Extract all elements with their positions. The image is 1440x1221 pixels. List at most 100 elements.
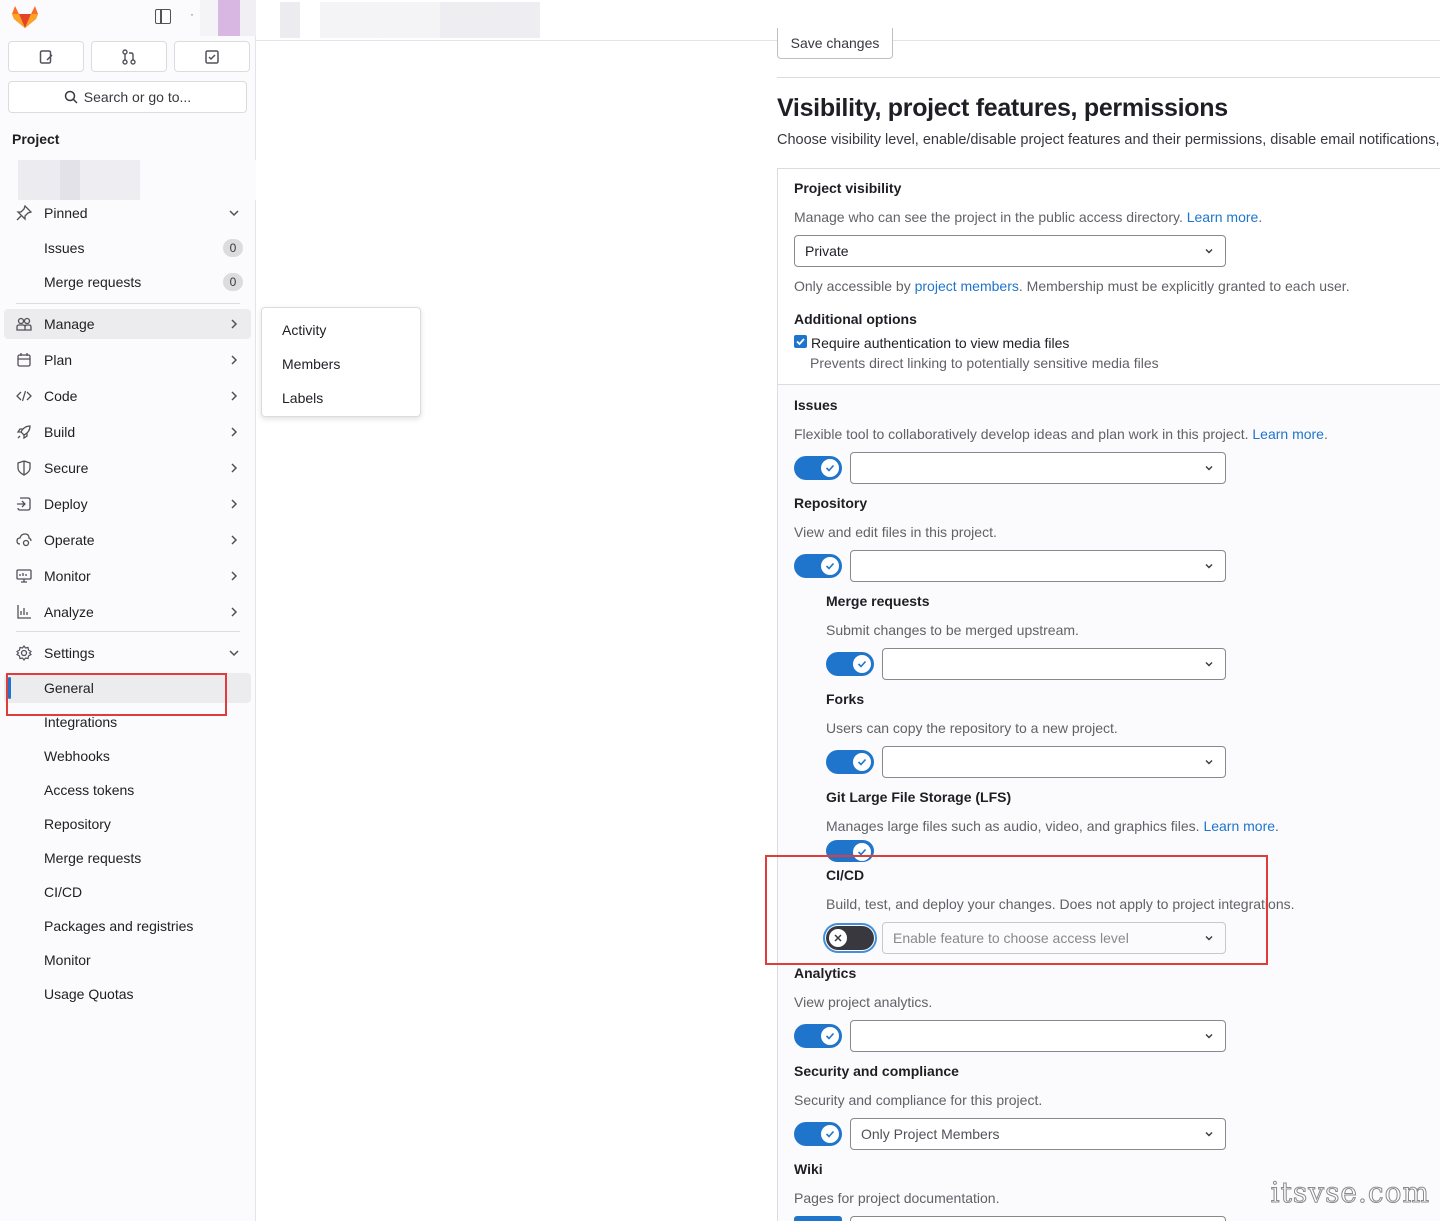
sidebar-item-label: Secure: [44, 460, 89, 476]
require-auth-label[interactable]: Require authentication to view media fil…: [811, 335, 1069, 351]
forks-toggle[interactable]: [826, 750, 874, 774]
security-toggle[interactable]: [794, 1122, 842, 1146]
pinned-item-merge-requests[interactable]: Merge requests 0: [4, 267, 251, 297]
settings-item-monitor[interactable]: Monitor: [4, 945, 251, 975]
chevron-down-icon: [229, 210, 239, 217]
project-name[interactable]: [0, 160, 256, 200]
wiki-access-select[interactable]: [850, 1216, 1226, 1221]
issues-toggle[interactable]: [794, 456, 842, 480]
sidebar-item-analyze[interactable]: Analyze: [4, 597, 251, 627]
repository-access-select[interactable]: [850, 550, 1226, 582]
settings-item-merge-requests[interactable]: Merge requests: [4, 843, 251, 873]
analytics-feature-help: View project analytics.: [794, 994, 933, 1010]
merge-requests-shortcut-button[interactable]: [91, 41, 167, 72]
toggle-knob: [821, 459, 839, 477]
flyout-item-labels[interactable]: Labels: [282, 390, 323, 406]
count-badge: 0: [223, 273, 243, 291]
require-auth-checkbox[interactable]: [794, 335, 807, 348]
lfs-toggle[interactable]: [826, 840, 874, 862]
pinned-item-label: Merge requests: [44, 274, 142, 290]
cicd-toggle[interactable]: [826, 926, 874, 950]
check-icon: [796, 338, 805, 346]
settings-item-general[interactable]: General: [4, 673, 251, 703]
project-members-link[interactable]: project members: [915, 278, 1019, 294]
sidebar-item-operate[interactable]: Operate: [4, 525, 251, 555]
chevron-right-icon: [231, 355, 238, 365]
pinned-item-issues[interactable]: Issues 0: [4, 233, 251, 263]
sidebar-item-code[interactable]: Code: [4, 381, 251, 411]
sidebar-item-label: Code: [44, 388, 78, 404]
security-access-select[interactable]: Only Project Members: [850, 1118, 1226, 1150]
save-changes-button[interactable]: Save changes: [777, 28, 893, 59]
chevron-right-icon: [231, 499, 238, 509]
search-icon: [64, 90, 78, 104]
gitlab-logo-icon[interactable]: [11, 5, 39, 29]
sidebar-collapse-icon[interactable]: [155, 9, 171, 24]
search-button[interactable]: Search or go to...: [8, 81, 247, 113]
analytics-access-select[interactable]: [850, 1020, 1226, 1052]
chevron-right-icon: [231, 319, 238, 329]
visibility-value: Private: [805, 243, 849, 259]
issues-icon: [39, 49, 53, 64]
wiki-toggle[interactable]: [794, 1216, 842, 1221]
visibility-select[interactable]: Private: [794, 235, 1226, 267]
todo-shortcut-button[interactable]: [174, 41, 250, 72]
sidebar-item-deploy[interactable]: Deploy: [4, 489, 251, 519]
sidebar-item-label: Monitor: [44, 568, 91, 584]
settings-item-webhooks[interactable]: Webhooks: [4, 741, 251, 771]
sidebar-item-manage[interactable]: Manage: [4, 309, 251, 339]
chevron-right-icon: [231, 463, 238, 473]
toggle-knob: [829, 929, 847, 947]
merge-requests-access-select[interactable]: [882, 648, 1226, 680]
chart-icon: [17, 605, 31, 619]
section-divider: [777, 77, 1440, 78]
sidebar-item-build[interactable]: Build: [4, 417, 251, 447]
sidebar-item-monitor[interactable]: Monitor: [4, 561, 251, 591]
settings-item-label: Packages and registries: [44, 918, 194, 934]
wiki-feature-help: Pages for project documentation.: [794, 1190, 1000, 1206]
settings-item-access-tokens[interactable]: Access tokens: [4, 775, 251, 805]
gear-icon: [16, 645, 32, 661]
sidebar-item-label: Deploy: [44, 496, 88, 512]
code-icon: [16, 390, 32, 402]
section-title: Visibility, project features, permission…: [777, 94, 1228, 122]
sidebar-item-plan[interactable]: Plan: [4, 345, 251, 375]
repository-toggle[interactable]: [794, 554, 842, 578]
settings-item-repository[interactable]: Repository: [4, 809, 251, 839]
cicd-access-select[interactable]: Enable feature to choose access level: [882, 922, 1226, 954]
visibility-learn-more-link[interactable]: Learn more: [1187, 209, 1259, 225]
lfs-learn-more-link[interactable]: Learn more: [1203, 818, 1275, 834]
merge-requests-toggle[interactable]: [826, 652, 874, 676]
todo-icon: [205, 49, 219, 64]
close-icon: [834, 934, 842, 942]
chevron-down-icon: [1205, 564, 1213, 569]
forks-access-select[interactable]: [882, 746, 1226, 778]
search-label: Search or go to...: [83, 89, 192, 105]
sidebar-item-secure[interactable]: Secure: [4, 453, 251, 483]
toggle-knob: [853, 655, 871, 673]
sidebar-item-pinned[interactable]: Pinned: [4, 198, 251, 228]
issues-access-select[interactable]: [850, 452, 1226, 484]
user-avatar[interactable]: [200, 0, 258, 36]
settings-item-cicd[interactable]: CI/CD: [4, 877, 251, 907]
pin-icon: [16, 205, 32, 221]
cloud-gear-icon: [16, 533, 32, 547]
breadcrumb[interactable]: [280, 2, 540, 38]
settings-item-usage-quotas[interactable]: Usage Quotas: [4, 979, 251, 1009]
settings-item-integrations[interactable]: Integrations: [4, 707, 251, 737]
settings-item-packages[interactable]: Packages and registries: [4, 911, 251, 941]
wiki-feature-label: Wiki: [794, 1161, 823, 1177]
chevron-down-icon: [1205, 760, 1213, 765]
settings-item-label: Usage Quotas: [44, 986, 134, 1002]
sidebar-item-settings[interactable]: Settings: [4, 638, 251, 668]
sidebar-divider: [16, 303, 240, 304]
issues-shortcut-button[interactable]: [8, 41, 84, 72]
flyout-item-activity[interactable]: Activity: [282, 322, 326, 338]
check-icon: [857, 660, 867, 668]
flyout-item-members[interactable]: Members: [282, 356, 340, 372]
cicd-feature-help: Build, test, and deploy your changes. Do…: [826, 896, 1295, 912]
analytics-toggle[interactable]: [794, 1024, 842, 1048]
check-icon: [825, 464, 835, 472]
deploy-icon: [17, 497, 31, 511]
issues-learn-more-link[interactable]: Learn more: [1252, 426, 1324, 442]
